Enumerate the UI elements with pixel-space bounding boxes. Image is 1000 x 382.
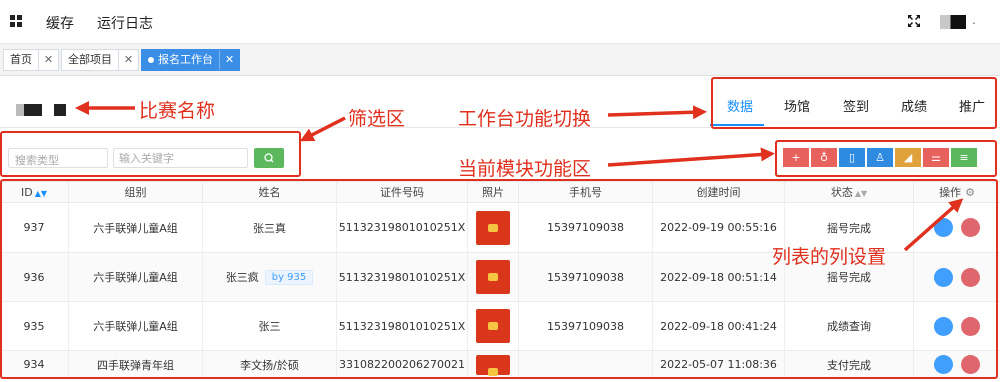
- tab-registration-workbench[interactable]: 报名工作台 ✕: [141, 49, 240, 71]
- tab-label: 首页: [10, 53, 32, 66]
- tab-label: 全部项目: [68, 53, 112, 66]
- user-avatar[interactable]: [940, 15, 966, 29]
- tab-label: 报名工作台: [142, 50, 219, 70]
- tab-close-icon[interactable]: ✕: [219, 50, 239, 70]
- menu-cache[interactable]: 缓存: [46, 13, 74, 33]
- annotation-module-area: 当前模块功能区: [458, 158, 592, 180]
- annotation-competition-name: 比赛名称: [139, 100, 216, 122]
- tab-home[interactable]: 首页 ✕: [3, 49, 59, 71]
- tab-all-projects[interactable]: 全部项目 ✕: [61, 49, 139, 71]
- filter-area-box: [0, 131, 301, 177]
- tab-close-icon[interactable]: ✕: [38, 50, 58, 70]
- annotation-filter-area: 筛选区: [348, 108, 406, 130]
- annotation-column-settings: 列表的列设置: [772, 246, 887, 268]
- top-bar: 缓存 运行日志 .: [0, 0, 1000, 44]
- user-menu-caret[interactable]: .: [972, 13, 976, 27]
- competition-name: [16, 104, 66, 116]
- module-area-box: [775, 140, 997, 177]
- page-tab-strip: 首页 ✕ 全部项目 ✕ 报名工作台 ✕: [0, 44, 1000, 76]
- menu-run-log[interactable]: 运行日志: [97, 13, 153, 33]
- table-area-box: [0, 179, 998, 379]
- tab-close-icon[interactable]: ✕: [118, 50, 138, 70]
- menu-grid-icon[interactable]: [10, 15, 22, 27]
- function-switch-box: [711, 77, 997, 129]
- annotation-function-switch: 工作台功能切换: [458, 108, 592, 130]
- fullscreen-icon[interactable]: [906, 13, 922, 29]
